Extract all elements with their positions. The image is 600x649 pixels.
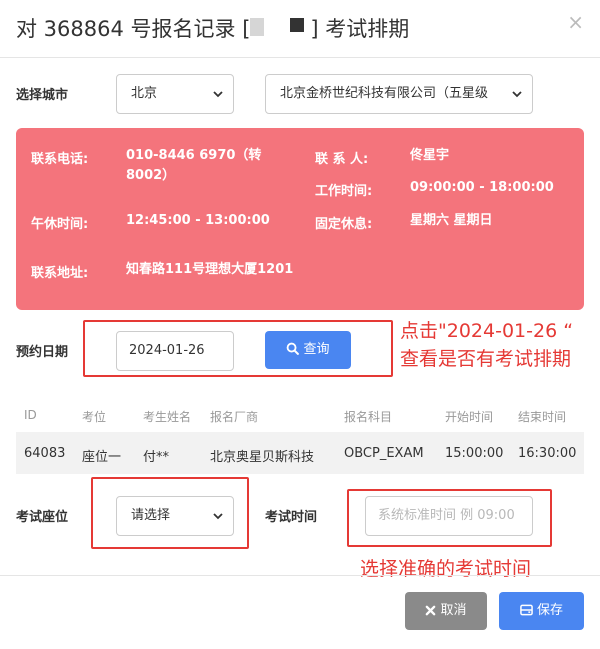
lunch-value: 12:45:00 - 13:00:00 bbox=[126, 213, 270, 228]
contact-value: 佟星宇 bbox=[410, 148, 450, 163]
cancel-button[interactable]: 取消 bbox=[405, 592, 487, 630]
table-cell-vendor: 北京奥星贝斯科技 bbox=[210, 450, 315, 465]
rest-label: 固定休息: bbox=[315, 217, 373, 232]
annotation-query-line2: 查看是否有考试排期 bbox=[400, 348, 572, 370]
city-select[interactable]: 北京 bbox=[116, 74, 234, 114]
annotation-seat-box bbox=[91, 477, 249, 549]
vendor-select-value: 北京金桥世纪科技有限公司（五星级 bbox=[280, 86, 489, 101]
modal-title-prefix: 对 368864 号报名记录 [ bbox=[16, 17, 251, 41]
save-icon bbox=[520, 604, 533, 616]
annotation-query-box bbox=[83, 320, 393, 377]
phone-value: 010-8446 6970（转8002） bbox=[126, 148, 262, 183]
lunch-label: 午休时间: bbox=[31, 217, 89, 232]
contact-label: 联 系 人: bbox=[315, 152, 369, 167]
table-cell-end: 16:30:00 bbox=[518, 446, 577, 461]
worktime-value: 09:00:00 - 18:00:00 bbox=[410, 180, 554, 195]
redacted-block-icon bbox=[250, 17, 310, 43]
save-button[interactable]: 保存 bbox=[499, 592, 584, 630]
address-value: 知春路111号理想大厦1201 bbox=[126, 262, 294, 277]
table-header-subject: 报名科目 bbox=[344, 410, 393, 424]
annotation-time-box bbox=[347, 489, 552, 547]
table-header-start: 开始时间 bbox=[445, 410, 494, 424]
chevron-down-icon bbox=[512, 91, 522, 98]
table-cell-seat: 座位一 bbox=[82, 450, 122, 465]
phone-label: 联系电话: bbox=[31, 152, 89, 167]
modal-title: 对 368864 号报名记录 [ ] 考试排期 bbox=[16, 13, 409, 43]
table-header-vendor: 报名厂商 bbox=[210, 410, 259, 424]
table-header-end: 结束时间 bbox=[518, 410, 567, 424]
table-cell-name: 付** bbox=[143, 450, 170, 465]
rest-value: 星期六 星期日 bbox=[410, 213, 493, 228]
annotation-time-note: 选择准确的考试时间 bbox=[360, 558, 532, 580]
city-select-value: 北京 bbox=[131, 86, 158, 101]
cancel-button-label: 取消 bbox=[440, 603, 467, 618]
table-header-seat: 考位 bbox=[82, 410, 107, 424]
modal-header: 对 368864 号报名记录 [ ] 考试排期 × bbox=[0, 0, 600, 58]
table-cell-start: 15:00:00 bbox=[445, 446, 504, 461]
close-icon[interactable]: × bbox=[567, 10, 584, 34]
table-header-name: 考生姓名 bbox=[143, 410, 192, 424]
seat-label: 考试座位 bbox=[16, 510, 69, 525]
modal-title-suffix: ] 考试排期 bbox=[310, 17, 410, 41]
annotation-query-line1: 点击"2024-01-26 “ bbox=[400, 320, 574, 342]
exam-time-label: 考试时间 bbox=[265, 510, 318, 525]
save-button-label: 保存 bbox=[536, 603, 563, 618]
close-icon bbox=[426, 605, 436, 616]
address-label: 联系地址: bbox=[31, 266, 89, 281]
chevron-down-icon bbox=[213, 91, 223, 98]
date-label: 预约日期 bbox=[16, 345, 69, 360]
vendor-select[interactable]: 北京金桥世纪科技有限公司（五星级 bbox=[265, 74, 533, 114]
schedule-modal: 对 368864 号报名记录 [ ] 考试排期 × 选择城市 北京 北京金桥世纪科… bbox=[0, 0, 600, 649]
table-cell-id: 64083 bbox=[24, 446, 66, 461]
footer-divider bbox=[0, 575, 600, 576]
vendor-info-panel: 联系电话: 010-8446 6970（转8002） 联 系 人: 佟星宇 工作… bbox=[16, 128, 584, 310]
table-cell-subject: OBCP_EXAM bbox=[344, 446, 424, 461]
table-header-id: ID bbox=[24, 408, 37, 422]
city-label: 选择城市 bbox=[16, 88, 69, 103]
worktime-label: 工作时间: bbox=[315, 184, 373, 199]
